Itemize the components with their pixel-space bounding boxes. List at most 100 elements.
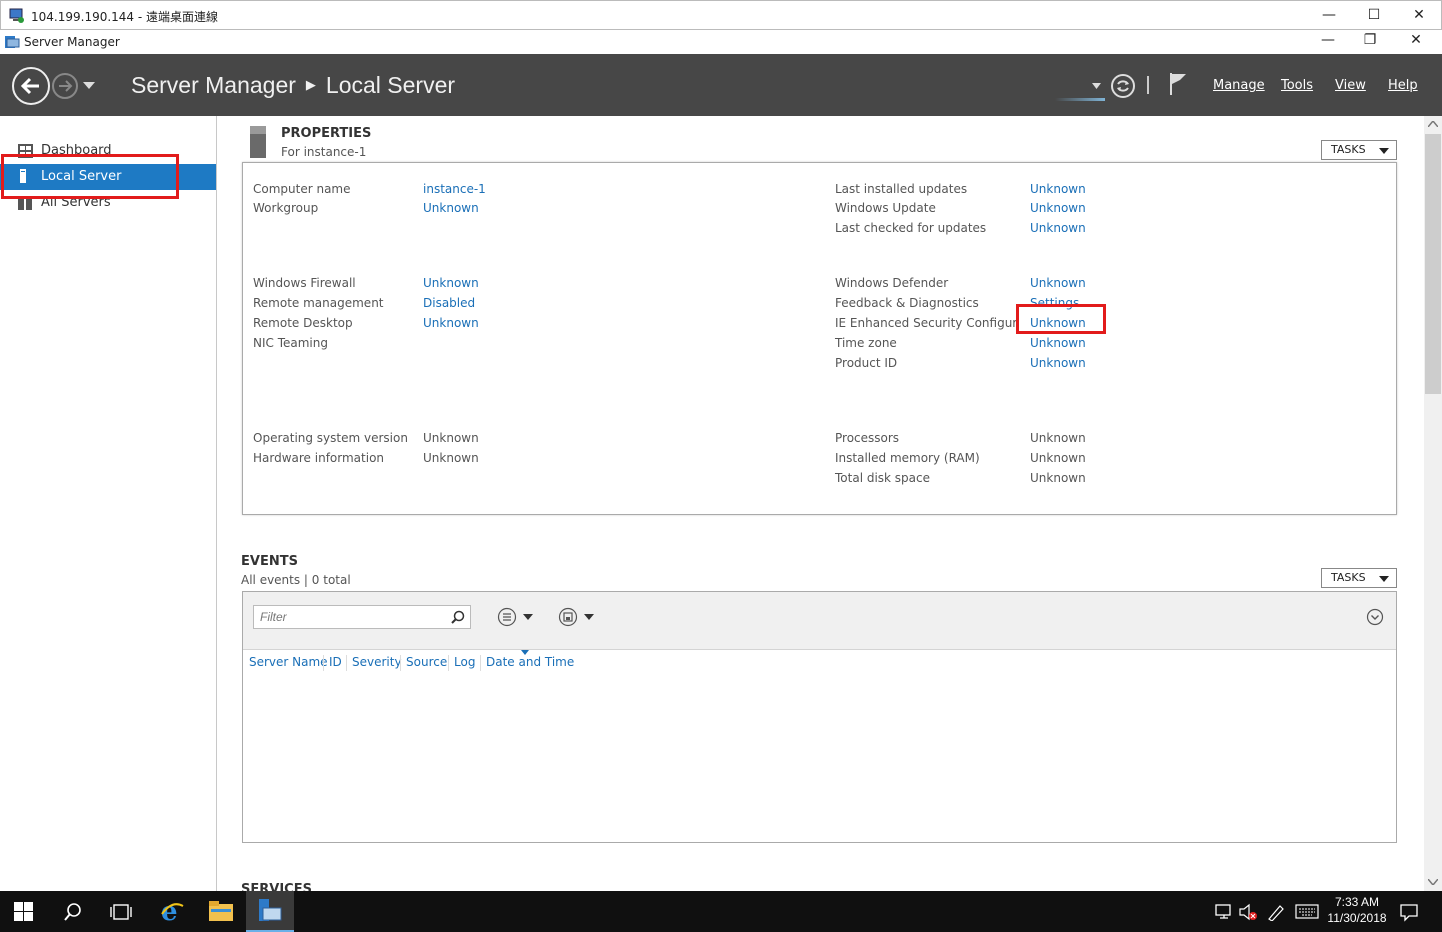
highlight-box-ie-esc (1016, 304, 1106, 334)
notification-center-icon[interactable] (1399, 902, 1419, 922)
search-icon[interactable] (63, 902, 83, 922)
menu-view[interactable]: View (1335, 78, 1366, 93)
app-title-bar: Server Manager — ❐ ✕ (0, 30, 1442, 54)
refresh-icon[interactable] (1110, 73, 1136, 99)
arrow-right-icon (59, 80, 73, 92)
properties-panel: Computer name instance-1 Workgroup Unkno… (242, 162, 1397, 515)
prop-label: Product ID (835, 356, 898, 370)
column-separator (448, 655, 449, 671)
forward-button[interactable] (52, 73, 78, 99)
clock[interactable]: 7:33 AM 11/30/2018 (1326, 894, 1388, 926)
rdp-title-bar: 104.199.190.144 - 遠端桌面連線 — ☐ ✕ (0, 0, 1442, 30)
column-header-severity[interactable]: Severity (352, 655, 402, 669)
column-header-server-name[interactable]: Server Name (249, 655, 328, 669)
chevron-down-icon (1379, 148, 1389, 154)
properties-subtitle: For instance-1 (281, 145, 367, 159)
expand-icon[interactable] (1366, 608, 1384, 626)
vertical-scrollbar[interactable] (1424, 116, 1442, 891)
highlight-box-local-server (1, 154, 179, 199)
close-button[interactable]: ✕ (1393, 28, 1439, 52)
prop-value-windows-defender[interactable]: Unknown (1030, 276, 1086, 290)
column-separator (400, 655, 401, 671)
scrollbar-thumb[interactable] (1425, 134, 1441, 394)
sidebar: Dashboard Local Server All Servers (0, 116, 217, 891)
menu-help[interactable]: Help (1388, 78, 1418, 93)
prop-value-remote-management[interactable]: Disabled (423, 296, 475, 310)
prop-value-last-installed-updates[interactable]: Unknown (1030, 182, 1086, 196)
rdp-close-button[interactable]: ✕ (1396, 1, 1442, 29)
save-query-icon[interactable] (558, 607, 578, 627)
column-header-id[interactable]: ID (329, 655, 342, 669)
filter-input[interactable]: Filter (253, 605, 471, 629)
chevron-down-icon (1379, 576, 1389, 582)
menu-manage[interactable]: Manage (1213, 78, 1265, 93)
tasks-label: TASKS (1331, 143, 1366, 156)
restore-button[interactable]: ❐ (1347, 28, 1393, 52)
header-divider (1147, 76, 1149, 94)
notifications-flag-icon[interactable] (1168, 71, 1188, 97)
prop-value-windows-update[interactable]: Unknown (1030, 201, 1086, 215)
prop-label: Remote management (253, 296, 384, 310)
app-title: Server Manager (24, 35, 120, 49)
windows-start-icon[interactable] (14, 902, 34, 922)
history-dropdown-icon[interactable] (83, 82, 95, 90)
events-tasks-button[interactable]: TASKS (1321, 568, 1397, 588)
chevron-down-icon[interactable] (584, 614, 594, 620)
rdp-minimize-button[interactable]: — (1306, 1, 1352, 29)
prop-value-windows-firewall[interactable]: Unknown (423, 276, 479, 290)
prop-value-computer-name[interactable]: instance-1 (423, 182, 486, 196)
column-separator (323, 655, 324, 671)
breadcrumb-separator-icon: ▶ (305, 77, 316, 92)
breadcrumb-app[interactable]: Server Manager (131, 72, 296, 98)
internet-explorer-icon[interactable]: e (159, 898, 185, 924)
network-icon[interactable] (1214, 903, 1234, 921)
chevron-down-icon[interactable] (523, 614, 533, 620)
arrow-left-icon (20, 77, 39, 95)
prop-value-product-id[interactable]: Unknown (1030, 356, 1086, 370)
menu-tools[interactable]: Tools (1281, 78, 1313, 93)
rdp-title: 104.199.190.144 - 遠端桌面連線 (31, 10, 219, 24)
prop-label: NIC Teaming (253, 336, 328, 350)
rdp-maximize-button[interactable]: ☐ (1351, 1, 1397, 29)
server-manager-icon (5, 36, 20, 48)
events-subtitle: All events | 0 total (241, 573, 351, 587)
prop-value-last-checked-updates[interactable]: Unknown (1030, 221, 1086, 235)
column-header-source[interactable]: Source (406, 655, 447, 669)
column-header-date-time[interactable]: Date and Time (486, 655, 574, 669)
scroll-up-icon[interactable] (1428, 121, 1438, 127)
back-button[interactable] (12, 67, 50, 105)
filter-placeholder: Filter (260, 610, 287, 624)
list-options-icon[interactable] (497, 607, 517, 627)
prop-value-memory: Unknown (1030, 451, 1086, 465)
column-header-log[interactable]: Log (454, 655, 475, 669)
events-toolbar: Filter (243, 592, 1396, 650)
taskbar-server-manager-button[interactable] (246, 891, 294, 932)
breadcrumb-page: Local Server (325, 72, 456, 98)
task-view-icon[interactable] (110, 903, 132, 921)
refresh-dropdown-icon[interactable] (1092, 83, 1101, 89)
main-content: PROPERTIES For instance-1 TASKS Computer… (218, 116, 1424, 891)
prop-value-processors: Unknown (1030, 431, 1086, 445)
prop-value-time-zone[interactable]: Unknown (1030, 336, 1086, 350)
prop-label: Hardware information (253, 451, 385, 465)
tasks-label: TASKS (1331, 571, 1366, 584)
prop-label: Computer name (253, 182, 351, 196)
file-explorer-icon[interactable] (208, 900, 234, 922)
pen-icon[interactable] (1266, 903, 1286, 921)
remote-desktop-icon (9, 8, 24, 23)
minimize-button[interactable]: — (1305, 28, 1351, 52)
search-icon[interactable] (451, 610, 465, 624)
column-separator (480, 655, 481, 671)
prop-value-workgroup[interactable]: Unknown (423, 201, 479, 215)
prop-label: Operating system version (253, 431, 408, 445)
prop-value-remote-desktop[interactable]: Unknown (423, 316, 479, 330)
volume-muted-icon[interactable] (1238, 903, 1258, 921)
header: Server Manager ▶ Local Server Manage Tools… (0, 54, 1442, 116)
taskbar: e 7:33 AM 11/30/2018 (0, 891, 1442, 932)
scroll-down-icon[interactable] (1428, 879, 1438, 885)
prop-label: Remote Desktop (253, 316, 353, 330)
prop-label: Processors (835, 431, 900, 445)
keyboard-icon[interactable] (1295, 904, 1319, 920)
prop-value-hardware: Unknown (423, 451, 479, 465)
properties-tasks-button[interactable]: TASKS (1321, 140, 1397, 160)
